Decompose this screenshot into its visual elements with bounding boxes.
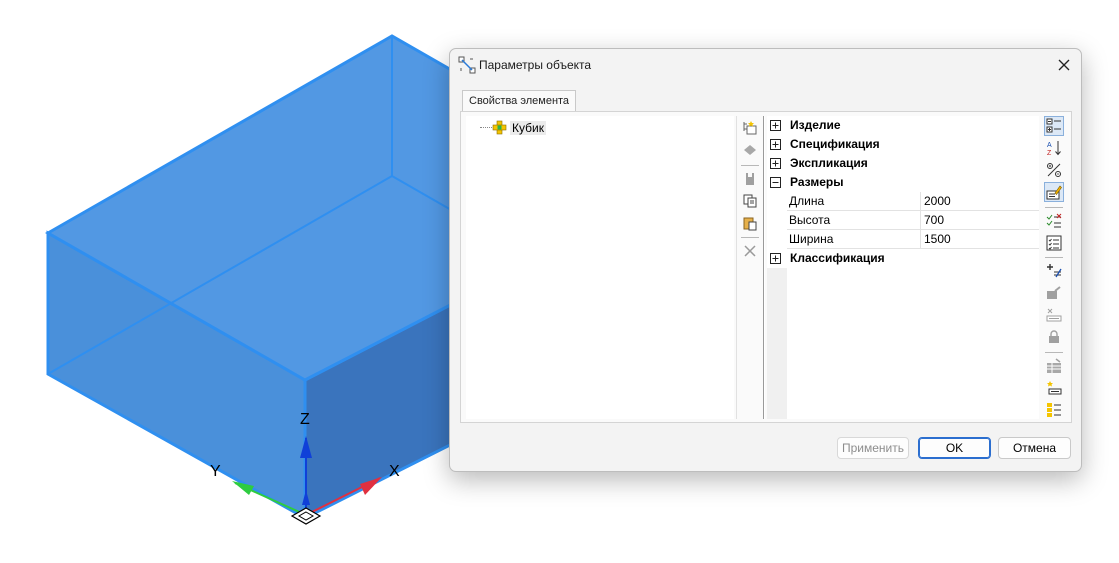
category-label: Размеры — [790, 175, 844, 189]
ok-button[interactable]: OK — [918, 437, 991, 459]
tree-item-kubik[interactable]: Кубик — [510, 121, 546, 135]
table-icon — [1047, 358, 1061, 373]
z-axis-label: Z — [300, 411, 310, 428]
property-name: Высота — [787, 211, 921, 230]
y-axis-label: Y — [210, 463, 221, 480]
paste-icon — [743, 217, 757, 231]
category-klassifikaciya[interactable]: Классификация — [767, 249, 1039, 268]
dialog-title: Параметры объекта — [479, 58, 592, 72]
sort-az-button[interactable]: A Z — [1044, 138, 1064, 158]
property-toolbar: A Z — [1041, 116, 1067, 419]
category-eksplikaciya[interactable]: Экспликация — [767, 154, 1039, 173]
category-label: Изделие — [790, 118, 841, 132]
new-object-icon — [743, 121, 757, 135]
x-axis-label: X — [389, 463, 400, 480]
table-button[interactable] — [1044, 356, 1064, 376]
checklist-icon — [1046, 213, 1062, 228]
list-button[interactable] — [1044, 233, 1064, 253]
tab-panel: Кубик Изделие Спецификация Экспликация Р… — [460, 111, 1072, 423]
svg-text:A: A — [1047, 142, 1052, 149]
categorized-icon — [1046, 118, 1061, 133]
property-name: Ширина — [787, 230, 921, 249]
tab-element-properties[interactable]: Свойства элемента — [462, 90, 577, 112]
property-value-vysota[interactable]: 700 — [922, 211, 1039, 230]
add-property-button[interactable] — [1044, 261, 1064, 281]
copy-icon — [743, 194, 757, 208]
copy-button[interactable] — [740, 191, 760, 211]
lock-button[interactable] — [1044, 327, 1064, 347]
property-name: Длина — [787, 192, 921, 211]
link-button[interactable] — [1044, 283, 1064, 303]
component-icon — [492, 120, 507, 135]
bucket-button[interactable] — [740, 169, 760, 189]
cancel-button[interactable]: Отмена — [998, 437, 1071, 459]
bucket-icon — [746, 173, 754, 185]
toolbar-separator — [741, 237, 759, 238]
svg-text:Z: Z — [1047, 150, 1052, 156]
pane-splitter[interactable] — [763, 116, 765, 419]
property-value-dlina[interactable]: 2000 — [922, 192, 1039, 211]
tree-toolbar — [736, 116, 762, 419]
property-grid[interactable]: Изделие Спецификация Экспликация Размеры… — [767, 116, 1039, 419]
checklist-button[interactable] — [1044, 211, 1064, 231]
close-button[interactable] — [1051, 53, 1077, 77]
shape-icon — [744, 145, 756, 155]
category-label: Спецификация — [790, 137, 880, 151]
expand-icon[interactable] — [770, 253, 781, 264]
apply-button[interactable]: Применить — [837, 437, 909, 459]
category-izdelie[interactable]: Изделие — [767, 116, 1039, 135]
property-row-dlina[interactable]: Длина 2000 — [787, 192, 1039, 211]
toolbar-separator — [1045, 207, 1063, 208]
new-object-button[interactable] — [740, 118, 760, 138]
toolbar-separator — [1045, 257, 1063, 258]
expand-icon[interactable] — [770, 139, 781, 150]
toggle-icon — [1047, 163, 1061, 177]
grid-gutter — [767, 268, 787, 419]
remove-property-icon — [1046, 308, 1062, 322]
title-bar[interactable]: Параметры объекта — [450, 49, 1081, 81]
delete-icon — [744, 245, 756, 257]
property-value-shirina[interactable]: 1500 — [922, 230, 1039, 249]
shape-button[interactable] — [740, 140, 760, 160]
list-icon — [1046, 235, 1062, 251]
add-property-icon — [1047, 264, 1062, 278]
category-razmery[interactable]: Размеры — [767, 173, 1039, 192]
new-row-icon — [1047, 381, 1062, 395]
object-parameters-icon — [458, 56, 476, 74]
category-specifikaciya[interactable]: Спецификация — [767, 135, 1039, 154]
lock-icon — [1049, 330, 1059, 343]
property-row-vysota[interactable]: Высота 700 — [787, 211, 1039, 230]
group-button[interactable] — [1044, 400, 1064, 420]
categorized-button[interactable] — [1044, 116, 1064, 136]
category-label: Экспликация — [790, 156, 868, 170]
remove-property-button[interactable] — [1044, 305, 1064, 325]
expand-icon[interactable] — [770, 120, 781, 131]
edit-property-icon — [1046, 185, 1062, 200]
toolbar-separator — [741, 165, 759, 166]
edit-property-button[interactable] — [1044, 182, 1064, 202]
category-label: Классификация — [790, 251, 885, 265]
object-parameters-dialog: Параметры объекта Свойства элемента Куби… — [449, 48, 1082, 472]
new-row-button[interactable] — [1044, 378, 1064, 398]
group-icon — [1047, 403, 1061, 417]
delete-button[interactable] — [740, 241, 760, 261]
property-row-shirina[interactable]: Ширина 1500 — [787, 230, 1039, 249]
collapse-icon[interactable] — [770, 177, 781, 188]
link-icon — [1047, 286, 1061, 299]
close-icon — [1058, 59, 1070, 71]
sort-az-icon: A Z — [1047, 141, 1061, 156]
object-tree[interactable]: Кубик — [466, 116, 734, 419]
paste-button[interactable] — [740, 213, 760, 233]
expand-icon[interactable] — [770, 158, 781, 169]
toggle-button[interactable] — [1044, 160, 1064, 180]
toolbar-separator — [1045, 352, 1063, 353]
